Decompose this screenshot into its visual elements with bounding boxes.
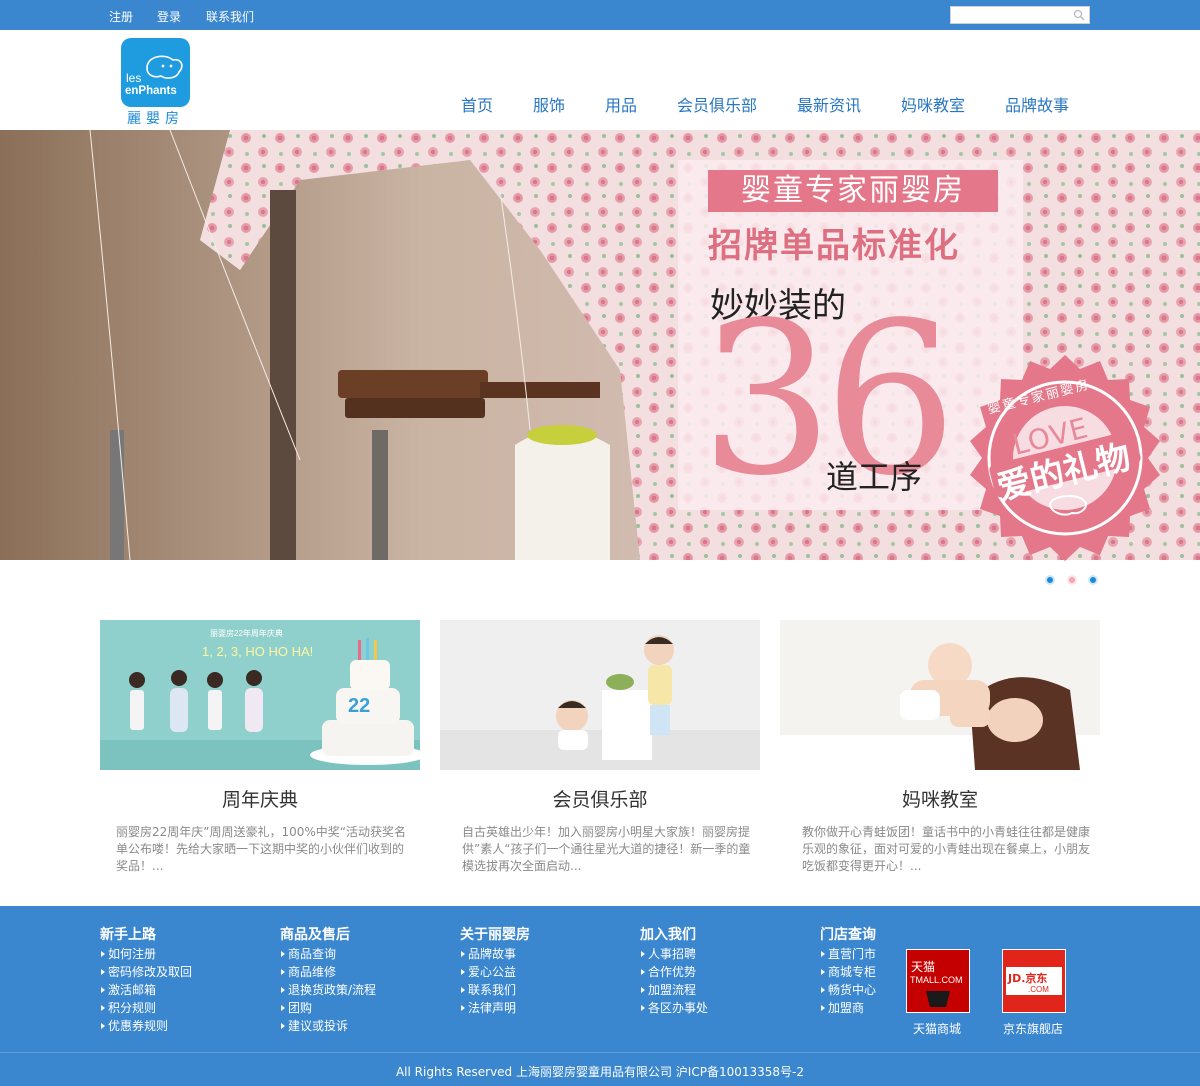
svg-text:1, 2, 3, HO HO HA!: 1, 2, 3, HO HO HA! <box>202 644 313 659</box>
footer-link[interactable]: 联系我们 <box>460 981 530 999</box>
brand-name: 麗嬰房 <box>127 111 184 127</box>
footer-col-join: 加入我们 人事招聘 合作优势 加盟流程 各区办事处 <box>640 924 708 1017</box>
svg-text:22: 22 <box>348 695 370 717</box>
footer-link[interactable]: 直营门市 <box>820 945 876 963</box>
tmall-logo-icon[interactable]: 天猫 TMALL.COM <box>906 949 970 1013</box>
promo-subtitle: 招牌单品标准化 <box>708 226 960 266</box>
footer-link[interactable]: 加盟流程 <box>640 981 708 999</box>
nav-supplies[interactable]: 用品 <box>605 92 637 116</box>
footer-link[interactable]: 团购 <box>280 999 376 1017</box>
svg-text:.COM: .COM <box>1028 985 1049 994</box>
card-title[interactable]: 妈咪教室 <box>780 785 1100 812</box>
card-excerpt: 自古英雄出少年！加入丽婴房小明星大家族！丽婴房提供”素人“孩子们一个通往星光大道… <box>462 825 751 873</box>
promo-tag: 婴童专家丽婴房 <box>708 170 998 212</box>
nav-apparel[interactable]: 服饰 <box>533 92 565 116</box>
footer-link[interactable]: 密码修改及取回 <box>100 963 192 981</box>
footer-link[interactable]: 激活邮箱 <box>100 981 192 999</box>
footer-col-title: 加入我们 <box>640 927 696 943</box>
footer-link[interactable]: 加盟商 <box>820 999 876 1017</box>
svg-text:JD.京东: JD.京东 <box>1007 971 1047 985</box>
register-link[interactable]: 注册 <box>109 8 133 25</box>
anniversary-photo: 丽婴房22年周年庆典 1, 2, 3, HO HO HA! 22 <box>100 620 420 770</box>
card-title[interactable]: 会员俱乐部 <box>440 785 760 812</box>
svg-text:enPhants: enPhants <box>125 85 177 97</box>
search-box <box>950 6 1090 27</box>
slide-dot-1[interactable] <box>1045 575 1055 585</box>
search-input[interactable] <box>951 11 1069 27</box>
footer-link[interactable]: 优惠券规则 <box>100 1017 192 1035</box>
slide-dot-3[interactable] <box>1088 575 1098 585</box>
footer-link[interactable]: 爱心公益 <box>460 963 530 981</box>
footer-link[interactable]: 商城专柜 <box>820 963 876 981</box>
footer-col-title: 关于丽婴房 <box>460 927 530 943</box>
footer-link[interactable]: 品牌故事 <box>460 945 530 963</box>
top-bar: 注册 登录 联系我们 <box>0 0 1200 30</box>
footer-col-stores: 门店查询 直营门市 商城专柜 畅货中心 加盟商 <box>820 924 876 1017</box>
copyright-text: All Rights Reserved 上海丽婴房婴童用品有限公司 沪ICP备1… <box>395 1065 805 1079</box>
footer-col-title: 新手上路 <box>100 927 156 943</box>
nav-member-club[interactable]: 会员俱乐部 <box>677 92 757 116</box>
footer-col-service: 商品及售后 商品查询 商品维修 退换货政策/流程 团购 建议或投诉 <box>280 924 376 1035</box>
mommy-class-photo <box>780 620 1100 770</box>
jd-logo-icon[interactable]: JD.京东 .COM <box>1002 949 1066 1013</box>
brand-logo[interactable]: les enPhants <box>121 38 190 107</box>
card-image[interactable]: 丽婴房22年周年庆典 1, 2, 3, HO HO HA! 22 <box>100 620 420 770</box>
footer-link[interactable]: 建议或投诉 <box>280 1017 376 1035</box>
footer-col-title: 门店查询 <box>820 927 876 943</box>
svg-text:天猫: 天猫 <box>911 960 935 974</box>
contact-link[interactable]: 联系我们 <box>206 8 254 25</box>
footer-link[interactable]: 商品查询 <box>280 945 376 963</box>
footer-link[interactable]: 人事招聘 <box>640 945 708 963</box>
card-excerpt: 教你做开心青蛙饭团！童话书中的小青蛙往往都是健康乐观的象征，面对可爱的小青蛙出现… <box>802 825 1091 873</box>
card-title[interactable]: 周年庆典 <box>100 785 420 812</box>
card-excerpt: 丽婴房22周年庆”周周送豪礼，100%中奖“活动获奖名单公布喽！先给大家晒一下这… <box>116 825 407 873</box>
footer-col-newbie: 新手上路 如何注册 密码修改及取回 激活邮箱 积分规则 优惠券规则 <box>100 924 192 1035</box>
member-club-photo <box>440 620 760 770</box>
card-image[interactable] <box>440 620 760 770</box>
nav-brand-story[interactable]: 品牌故事 <box>1005 92 1069 116</box>
header: les enPhants 麗嬰房 首页 服饰 用品 会员俱乐部 最新资讯 妈咪教… <box>0 30 1200 130</box>
footer-link[interactable]: 各区办事处 <box>640 999 708 1017</box>
footer-link[interactable]: 退换货政策/流程 <box>280 981 376 999</box>
footer-link[interactable]: 畅货中心 <box>820 981 876 999</box>
nav-mommy-class[interactable]: 妈咪教室 <box>901 92 965 116</box>
nav-home[interactable]: 首页 <box>461 92 493 116</box>
footer-col-about: 关于丽婴房 品牌故事 爱心公益 联系我们 法律声明 <box>460 924 530 1017</box>
footer-link[interactable]: 如何注册 <box>100 945 192 963</box>
login-link[interactable]: 登录 <box>157 8 181 25</box>
footer-link[interactable]: 合作优势 <box>640 963 708 981</box>
search-icon[interactable] <box>1073 9 1085 21</box>
footer: 新手上路 如何注册 密码修改及取回 激活邮箱 积分规则 优惠券规则 商品及售后 … <box>0 906 1200 1086</box>
footer-link[interactable]: 法律声明 <box>460 999 530 1017</box>
footer-col-title: 商品及售后 <box>280 927 350 943</box>
tmall-label[interactable]: 天猫商城 <box>913 1020 961 1037</box>
card-image[interactable] <box>780 620 1100 770</box>
nav-news[interactable]: 最新资讯 <box>797 92 861 116</box>
svg-text:TMALL.COM: TMALL.COM <box>910 975 963 985</box>
jd-label[interactable]: 京东旗舰店 <box>1003 1020 1063 1037</box>
svg-text:les: les <box>126 71 141 85</box>
elephant-logo-icon: les enPhants <box>125 55 183 97</box>
footer-link[interactable]: 商品维修 <box>280 963 376 981</box>
slide-dot-2[interactable] <box>1067 575 1077 585</box>
footer-link[interactable]: 积分规则 <box>100 999 192 1017</box>
promo-line-2: 道工序 <box>826 458 923 496</box>
footer-divider <box>0 1052 1200 1053</box>
svg-text:丽婴房22年周年庆典: 丽婴房22年周年庆典 <box>210 628 283 638</box>
